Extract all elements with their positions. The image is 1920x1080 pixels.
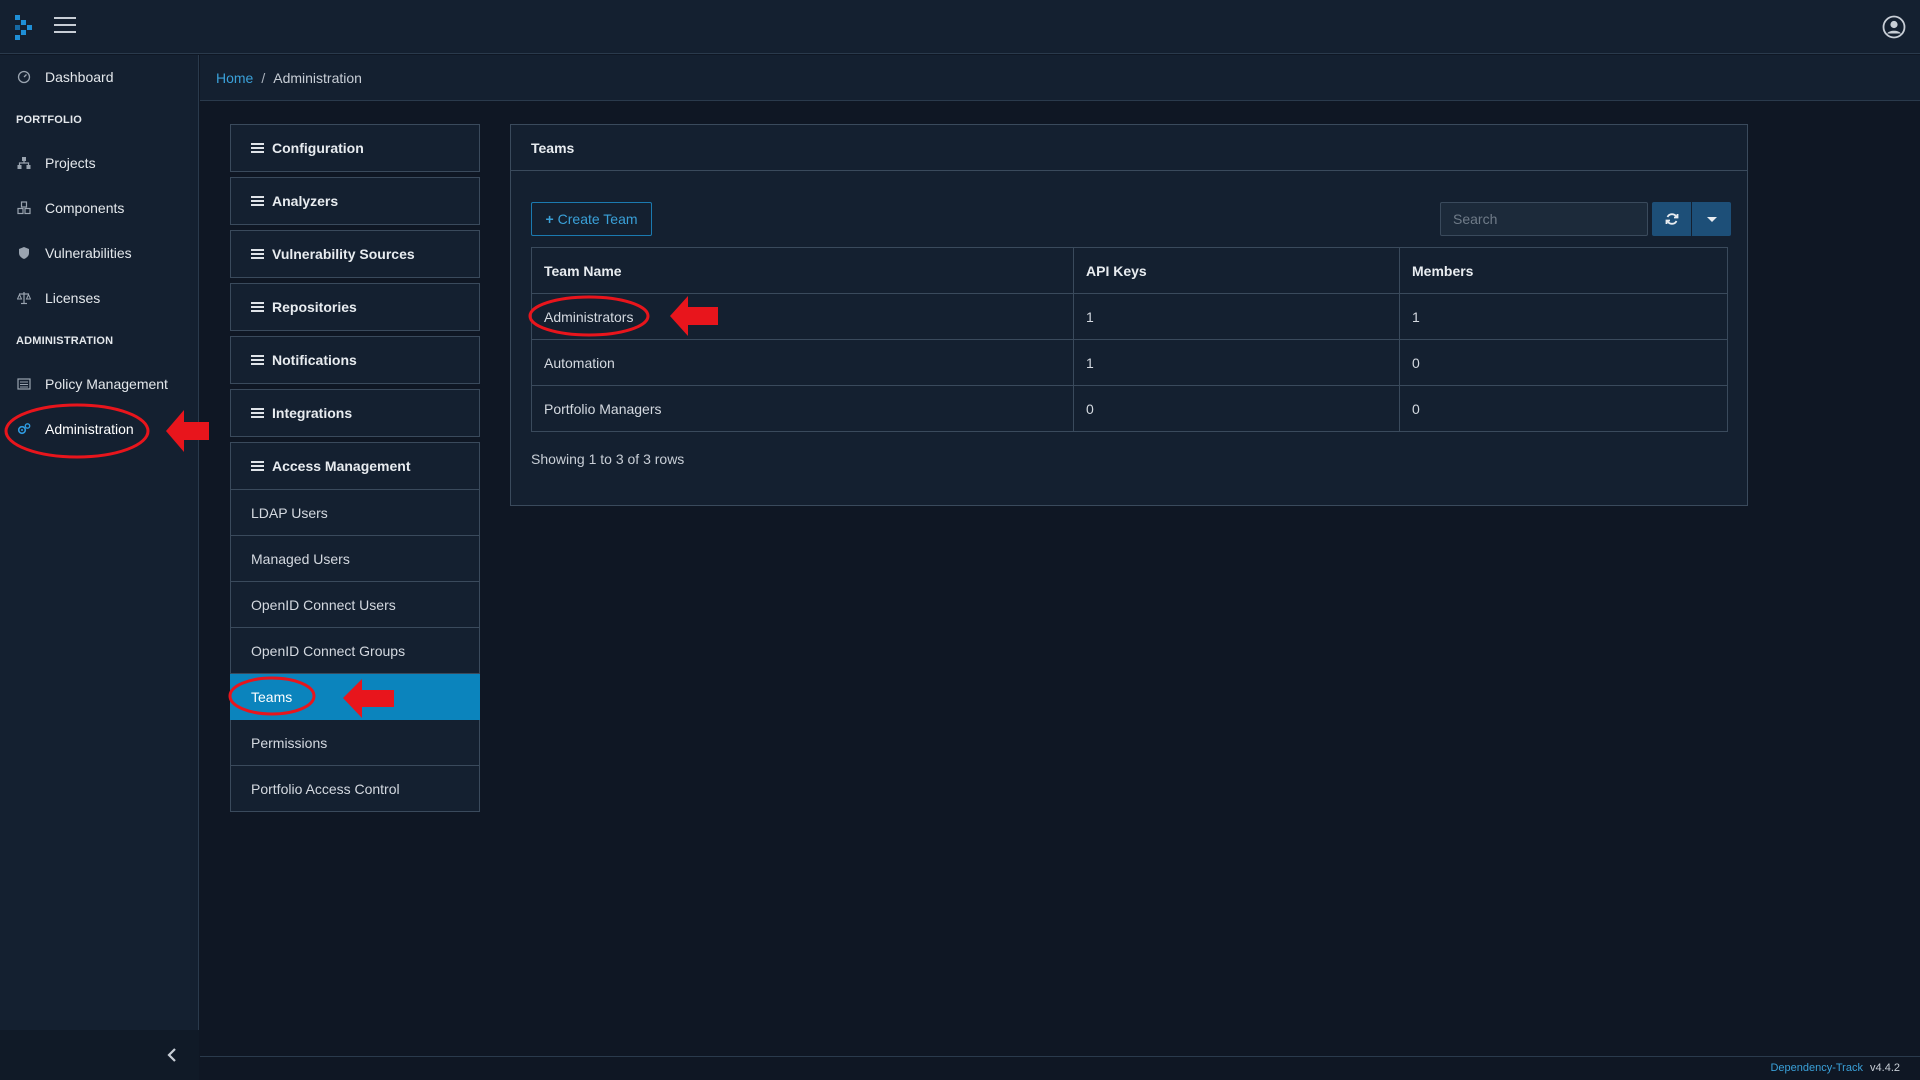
menu-section-label: Analyzers bbox=[272, 193, 339, 209]
create-team-button[interactable]: + Create Team bbox=[531, 202, 652, 236]
sidebar-item-vulnerabilities[interactable]: Vulnerabilities bbox=[0, 233, 199, 273]
list-icon bbox=[251, 247, 264, 261]
sitemap-icon bbox=[16, 155, 32, 171]
columns-dropdown-button[interactable] bbox=[1692, 202, 1731, 236]
sidebar-item-components[interactable]: Components bbox=[0, 188, 199, 228]
sidebar-item-label: Licenses bbox=[45, 290, 101, 306]
panel-title: Teams bbox=[511, 125, 1747, 171]
menu-section-notifications[interactable]: Notifications bbox=[230, 336, 480, 384]
list-icon bbox=[251, 353, 264, 367]
sidebar-heading-portfolio: PORTFOLIO bbox=[16, 114, 82, 126]
breadcrumb-current: Administration bbox=[273, 69, 362, 86]
sidebar-item-administration[interactable]: Administration bbox=[0, 409, 199, 449]
sidebar-item-policy-management[interactable]: Policy Management bbox=[0, 364, 199, 404]
sidebar: Dashboard PORTFOLIO Projects Components … bbox=[0, 55, 199, 1080]
top-navbar bbox=[0, 0, 1920, 54]
sidebar-heading-administration: ADMINISTRATION bbox=[16, 335, 114, 347]
members-cell: 1 bbox=[1399, 293, 1728, 340]
api-keys-cell: 1 bbox=[1073, 339, 1400, 386]
menu-section-label: Notifications bbox=[272, 352, 357, 368]
menu-section-label: Integrations bbox=[272, 405, 353, 421]
menu-section-label: Configuration bbox=[272, 140, 364, 156]
plus-icon: + bbox=[545, 211, 554, 227]
members-cell: 0 bbox=[1399, 339, 1728, 386]
menu-section-label: Access Management bbox=[272, 458, 411, 474]
refresh-button[interactable] bbox=[1652, 202, 1691, 236]
refresh-icon bbox=[1665, 213, 1678, 225]
menu-section-integrations[interactable]: Integrations bbox=[230, 389, 480, 437]
hamburger-icon[interactable] bbox=[54, 17, 76, 35]
menu-section-vulnerability-sources[interactable]: Vulnerability Sources bbox=[230, 230, 480, 278]
list-icon bbox=[251, 406, 264, 420]
table-row[interactable]: Portfolio Managers 0 0 bbox=[531, 385, 1728, 432]
teams-panel: Teams + Create Team Team Name API Keys M… bbox=[510, 124, 1748, 506]
list-icon bbox=[251, 194, 264, 208]
shield-icon bbox=[16, 245, 32, 261]
team-name-cell[interactable]: Portfolio Managers bbox=[531, 385, 1074, 432]
teams-table: Team Name API Keys Members Administrator… bbox=[531, 247, 1728, 432]
admin-menu: Configuration Analyzers Vulnerability So… bbox=[230, 124, 480, 812]
api-keys-cell: 1 bbox=[1073, 293, 1400, 340]
table-row[interactable]: Automation 1 0 bbox=[531, 339, 1728, 386]
caret-down-icon bbox=[1706, 216, 1717, 222]
list-alt-icon bbox=[16, 376, 32, 392]
menu-item-portfolio-access-control[interactable]: Portfolio Access Control bbox=[230, 766, 480, 812]
cubes-icon bbox=[16, 200, 32, 216]
footer: Dependency-Track v4.4.2 bbox=[200, 1056, 1920, 1080]
speedometer-icon bbox=[16, 69, 32, 85]
column-header-members[interactable]: Members bbox=[1399, 247, 1728, 294]
sidebar-item-label: Projects bbox=[45, 155, 96, 171]
sidebar-item-label: Policy Management bbox=[45, 376, 168, 392]
balance-scale-icon bbox=[16, 290, 32, 306]
menu-item-teams[interactable]: Teams bbox=[230, 674, 480, 720]
footer-brand-link[interactable]: Dependency-Track bbox=[1770, 1062, 1863, 1074]
breadcrumb-separator: / bbox=[261, 69, 266, 86]
sidebar-item-label: Vulnerabilities bbox=[45, 245, 132, 261]
api-keys-cell: 0 bbox=[1073, 385, 1400, 432]
menu-section-label: Vulnerability Sources bbox=[272, 246, 415, 262]
table-header-row: Team Name API Keys Members bbox=[531, 247, 1728, 294]
sidebar-item-dashboard[interactable]: Dashboard bbox=[0, 57, 199, 97]
members-cell: 0 bbox=[1399, 385, 1728, 432]
search-input[interactable] bbox=[1440, 202, 1648, 236]
cogs-icon bbox=[16, 421, 32, 437]
chevron-left-icon bbox=[167, 1048, 176, 1062]
sidebar-item-licenses[interactable]: Licenses bbox=[0, 278, 199, 318]
list-icon bbox=[251, 300, 264, 314]
menu-section-analyzers[interactable]: Analyzers bbox=[230, 177, 480, 225]
footer-version: v4.4.2 bbox=[1870, 1062, 1900, 1074]
menu-item-permissions[interactable]: Permissions bbox=[230, 720, 480, 766]
create-team-label: Create Team bbox=[557, 211, 638, 227]
menu-item-openid-connect-groups[interactable]: OpenID Connect Groups bbox=[230, 628, 480, 674]
team-name-cell[interactable]: Administrators bbox=[531, 293, 1074, 340]
table-row[interactable]: Administrators 1 1 bbox=[531, 293, 1728, 340]
menu-item-ldap-users[interactable]: LDAP Users bbox=[230, 490, 480, 536]
list-icon bbox=[251, 141, 264, 155]
breadcrumb-home-link[interactable]: Home bbox=[216, 70, 253, 86]
team-name-cell[interactable]: Automation bbox=[531, 339, 1074, 386]
sidebar-item-label: Components bbox=[45, 200, 125, 216]
pagination-info: Showing 1 to 3 of 3 rows bbox=[531, 451, 685, 467]
user-circle-icon[interactable] bbox=[1882, 15, 1906, 39]
menu-section-configuration[interactable]: Configuration bbox=[230, 124, 480, 172]
column-header-api-keys[interactable]: API Keys bbox=[1073, 247, 1400, 294]
sidebar-collapse-button[interactable] bbox=[0, 1030, 199, 1080]
menu-section-label: Repositories bbox=[272, 299, 357, 315]
menu-item-openid-connect-users[interactable]: OpenID Connect Users bbox=[230, 582, 480, 628]
sidebar-item-label: Administration bbox=[45, 421, 134, 437]
sidebar-item-projects[interactable]: Projects bbox=[0, 143, 199, 183]
dependency-track-logo[interactable] bbox=[13, 14, 35, 40]
menu-item-managed-users[interactable]: Managed Users bbox=[230, 536, 480, 582]
column-header-team-name[interactable]: Team Name bbox=[531, 247, 1074, 294]
menu-section-repositories[interactable]: Repositories bbox=[230, 283, 480, 331]
menu-section-access-management[interactable]: Access Management bbox=[230, 442, 480, 490]
breadcrumb: Home / Administration bbox=[200, 55, 1920, 101]
sidebar-item-label: Dashboard bbox=[45, 69, 114, 85]
list-icon bbox=[251, 459, 264, 473]
